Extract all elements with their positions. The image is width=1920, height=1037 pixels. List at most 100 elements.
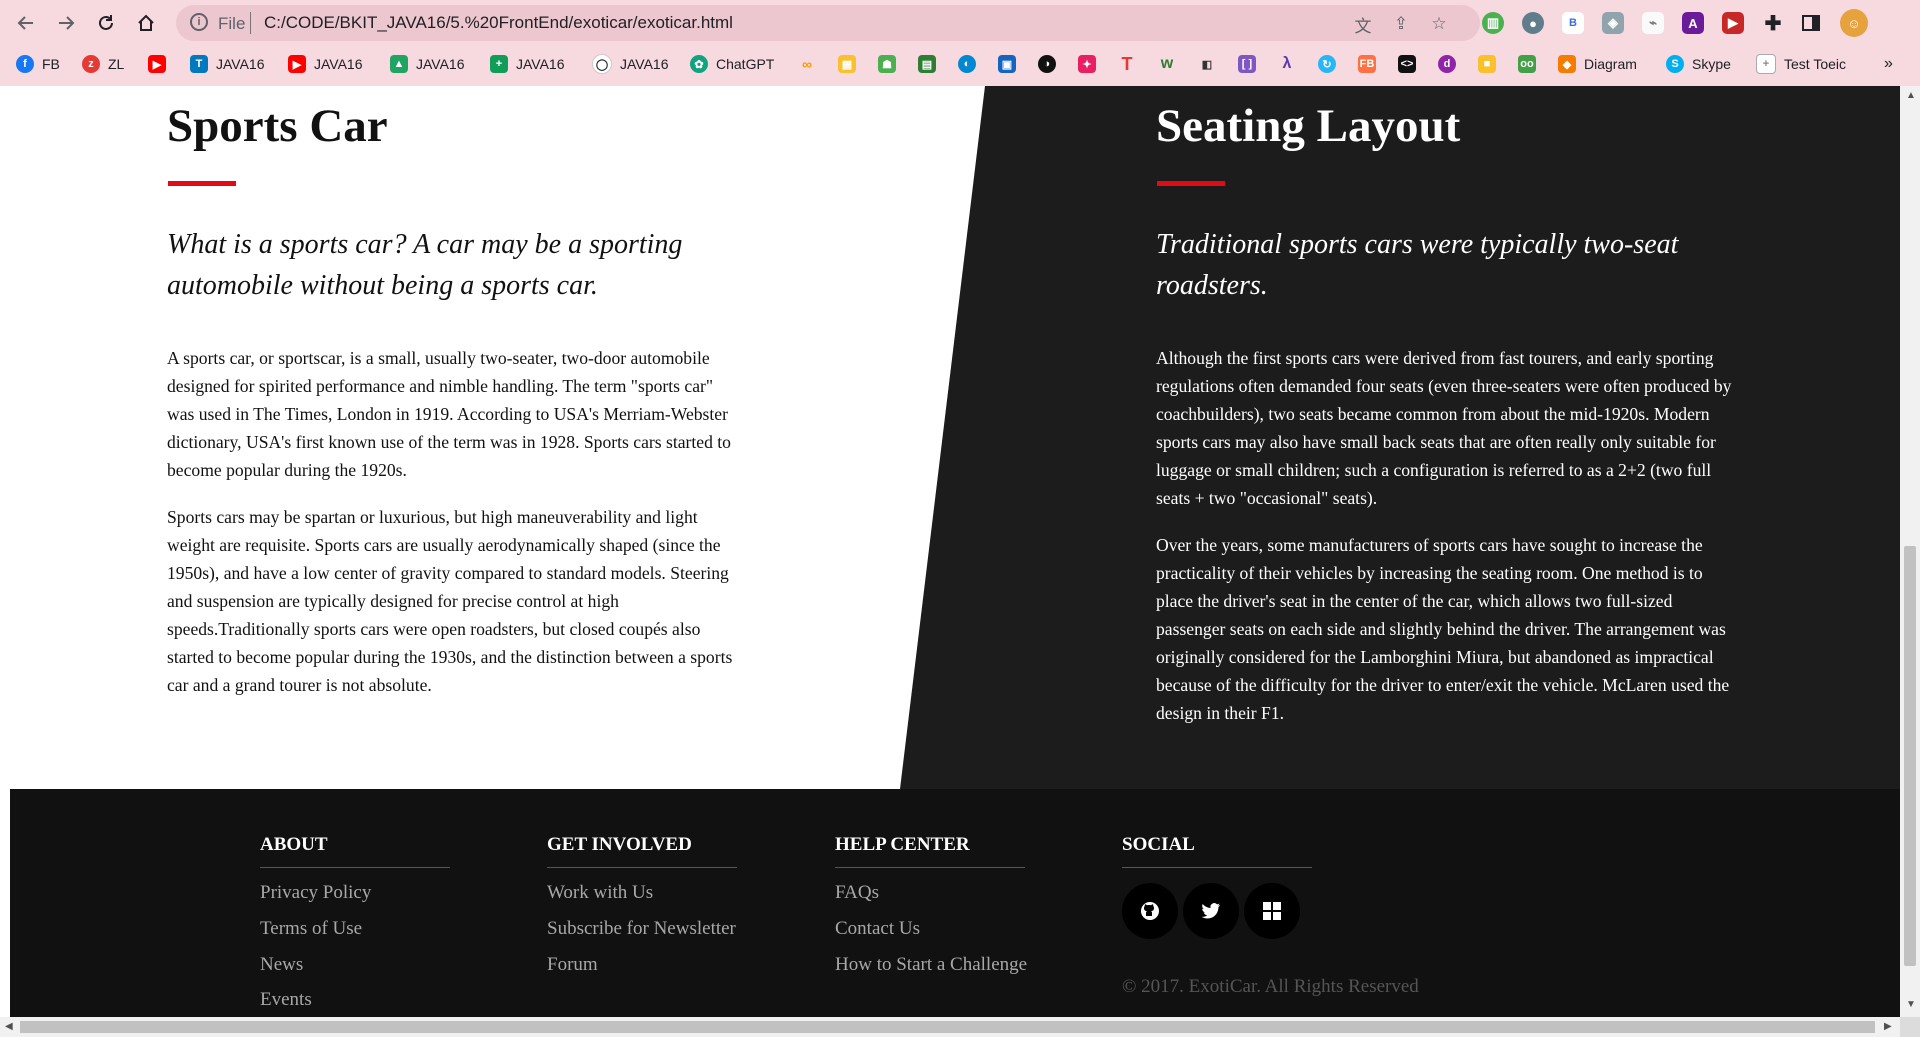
footer-link-faqs[interactable]: FAQs bbox=[835, 882, 879, 904]
w-letter-icon: w bbox=[1160, 55, 1174, 72]
fb-box-icon: FB bbox=[1358, 55, 1376, 73]
vertical-scroll-thumb[interactable] bbox=[1904, 546, 1916, 966]
bookmark-ext-6[interactable]: ▣ bbox=[998, 53, 1016, 75]
bookmark-ext-14[interactable]: ↻ bbox=[1318, 53, 1336, 75]
footer-link-contact-us[interactable]: Contact Us bbox=[835, 918, 920, 940]
bookmark-ext-12[interactable]: [ ] bbox=[1238, 53, 1256, 75]
bookmark-star-icon[interactable]: ☆ bbox=[1428, 13, 1450, 35]
angular-ext-icon[interactable]: A bbox=[1682, 12, 1704, 34]
nodes-icon: ✦ bbox=[1078, 55, 1096, 73]
bookmark-ext-18[interactable]: ■ bbox=[1478, 53, 1496, 75]
footer-link-work-with-us[interactable]: Work with Us bbox=[547, 882, 653, 904]
bookmark-ext-13[interactable]: λ bbox=[1278, 53, 1296, 75]
horizontal-scroll-thumb[interactable] bbox=[20, 1021, 1875, 1033]
github-social-button[interactable] bbox=[1122, 883, 1178, 939]
side-panel-icon[interactable] bbox=[1800, 12, 1822, 34]
bookmark-ext-9[interactable]: T bbox=[1118, 53, 1136, 75]
home-button[interactable] bbox=[132, 9, 160, 37]
bookmark-ext-19[interactable]: oo bbox=[1518, 53, 1536, 75]
circle-d-icon: d bbox=[1438, 55, 1456, 73]
horizontal-scrollbar[interactable]: ◀ ▶ bbox=[0, 1017, 1900, 1037]
github-icon: ◯ bbox=[592, 54, 612, 74]
scroll-down-arrow-icon[interactable]: ▼ bbox=[1906, 999, 1916, 1010]
info-icon[interactable]: i bbox=[190, 13, 208, 31]
bookmark-java16-drive[interactable]: ▲ JAVA16 bbox=[390, 53, 465, 75]
bookmark-ext-3[interactable]: ☗ bbox=[878, 53, 896, 75]
bookmark-zl[interactable]: z ZL bbox=[82, 53, 124, 75]
extension-3-icon[interactable]: B bbox=[1562, 12, 1584, 34]
code-icon: <> bbox=[1398, 55, 1416, 73]
bookmark-ext-15[interactable]: FB bbox=[1358, 53, 1376, 75]
bookmark-chatgpt[interactable]: ✿ ChatGPT bbox=[690, 53, 774, 75]
bookmark-fb[interactable]: f FB bbox=[16, 53, 60, 75]
android-icon: ☗ bbox=[878, 55, 896, 73]
forward-button[interactable] bbox=[52, 9, 80, 37]
sports-car-title: Sports Car bbox=[167, 100, 388, 152]
extension-1-icon[interactable]: ▥ bbox=[1482, 12, 1504, 34]
site-footer: ABOUT Privacy Policy Terms of Use News E… bbox=[10, 789, 1900, 1017]
translate-icon[interactable]: 文 bbox=[1352, 13, 1374, 36]
scroll-right-arrow-icon[interactable]: ▶ bbox=[1884, 1021, 1892, 1032]
bookmark-ext-10[interactable]: w bbox=[1158, 53, 1176, 75]
page-viewport: Sports Car What is a sports car? A car m… bbox=[0, 86, 1900, 1017]
share-icon[interactable]: ⇪ bbox=[1390, 13, 1412, 35]
bookmark-ext-1[interactable]: ∞ bbox=[798, 53, 816, 75]
globe-icon: ◐ bbox=[958, 55, 976, 73]
twitter-social-button[interactable] bbox=[1183, 883, 1239, 939]
seating-layout-paragraph-2: Over the years, some manufacturers of sp… bbox=[1156, 535, 1730, 723]
vertical-scrollbar[interactable]: ▲ ▼ bbox=[1900, 86, 1920, 1017]
footer-link-subscribe-newsletter[interactable]: Subscribe for Newsletter bbox=[547, 918, 736, 940]
scroll-left-arrow-icon[interactable]: ◀ bbox=[5, 1021, 13, 1032]
bookmark-test-toeic[interactable]: + Test Toeic bbox=[1756, 53, 1846, 75]
puzzle-icon[interactable]: ✚ bbox=[1762, 12, 1784, 35]
bookmark-skype[interactable]: S Skype bbox=[1666, 53, 1731, 75]
bookmark-ext-17[interactable]: d bbox=[1438, 53, 1456, 75]
bookmark-diagram[interactable]: ◆ Diagram bbox=[1558, 53, 1637, 75]
bookmark-ext-8[interactable]: ✦ bbox=[1078, 53, 1096, 75]
bookmark-java16-trello[interactable]: T JAVA16 bbox=[190, 53, 265, 75]
windows-social-button[interactable] bbox=[1244, 883, 1300, 939]
bookmark-ext-7[interactable]: ◑ bbox=[1038, 53, 1056, 75]
zalo-icon: z bbox=[82, 55, 100, 73]
bookmark-ext-4[interactable]: ▤ bbox=[918, 53, 936, 75]
footer-link-events[interactable]: Events bbox=[260, 989, 312, 1011]
footer-link-privacy-policy[interactable]: Privacy Policy bbox=[260, 882, 371, 904]
seating-layout-accent-bar bbox=[1157, 181, 1225, 186]
bookmark-java16-youtube[interactable]: ▶ JAVA16 bbox=[288, 53, 363, 75]
footer-link-forum[interactable]: Forum bbox=[547, 954, 598, 976]
bookmark-java16-sheet[interactable]: + JAVA16 bbox=[490, 53, 565, 75]
bookmark-java16-github[interactable]: ◯ JAVA16 bbox=[592, 53, 669, 75]
profile-avatar[interactable]: ☺ bbox=[1840, 9, 1868, 37]
grid-icon: ▦ bbox=[838, 55, 856, 73]
footer-get-involved-divider bbox=[547, 867, 737, 868]
bookmark-youtube[interactable]: ▶ bbox=[148, 53, 166, 75]
moon-icon: ◑ bbox=[1038, 55, 1056, 73]
address-bar[interactable]: i File C:/CODE/BKIT_JAVA16/5.%20FrontEnd… bbox=[176, 5, 1480, 41]
bracket-icon: [ ] bbox=[1238, 55, 1256, 73]
more-bookmarks-button[interactable]: » bbox=[1884, 53, 1893, 75]
footer-help-center-title: HELP CENTER bbox=[835, 834, 970, 855]
footer-link-terms-of-use[interactable]: Terms of Use bbox=[260, 918, 362, 940]
scroll-up-arrow-icon[interactable]: ▲ bbox=[1906, 90, 1916, 101]
bookmark-ext-16[interactable]: <> bbox=[1398, 53, 1416, 75]
sports-car-paragraph-1: A sports car, or sportscar, is a small, … bbox=[167, 348, 731, 480]
footer-about-divider bbox=[260, 867, 450, 868]
bookmark-ext-2[interactable]: ▦ bbox=[838, 53, 856, 75]
back-button[interactable] bbox=[12, 9, 40, 37]
url-text[interactable]: C:/CODE/BKIT_JAVA16/5.%20FrontEnd/exotic… bbox=[264, 13, 733, 33]
chart-ext-icon[interactable]: ⌁ bbox=[1642, 12, 1664, 34]
extension-2-icon[interactable]: ● bbox=[1522, 12, 1544, 34]
play-ext-icon[interactable]: ▶ bbox=[1722, 12, 1744, 34]
shield-ext-icon[interactable]: ◈ bbox=[1602, 12, 1624, 34]
browser-toolbar: i File C:/CODE/BKIT_JAVA16/5.%20FrontEnd… bbox=[0, 0, 1920, 46]
bookmark-ext-11[interactable]: ◧ bbox=[1198, 53, 1216, 75]
youtube-icon: ▶ bbox=[288, 55, 306, 73]
sports-car-accent-bar bbox=[168, 181, 236, 186]
reload-button[interactable] bbox=[92, 9, 120, 37]
footer-link-start-challenge[interactable]: How to Start a Challenge bbox=[835, 954, 1027, 976]
owl-icon: oo bbox=[1518, 55, 1536, 73]
twitter-icon bbox=[1201, 903, 1220, 919]
sports-car-lead: What is a sports car? A car may be a spo… bbox=[167, 229, 683, 301]
footer-link-news[interactable]: News bbox=[260, 954, 303, 976]
bookmark-ext-5[interactable]: ◐ bbox=[958, 53, 976, 75]
